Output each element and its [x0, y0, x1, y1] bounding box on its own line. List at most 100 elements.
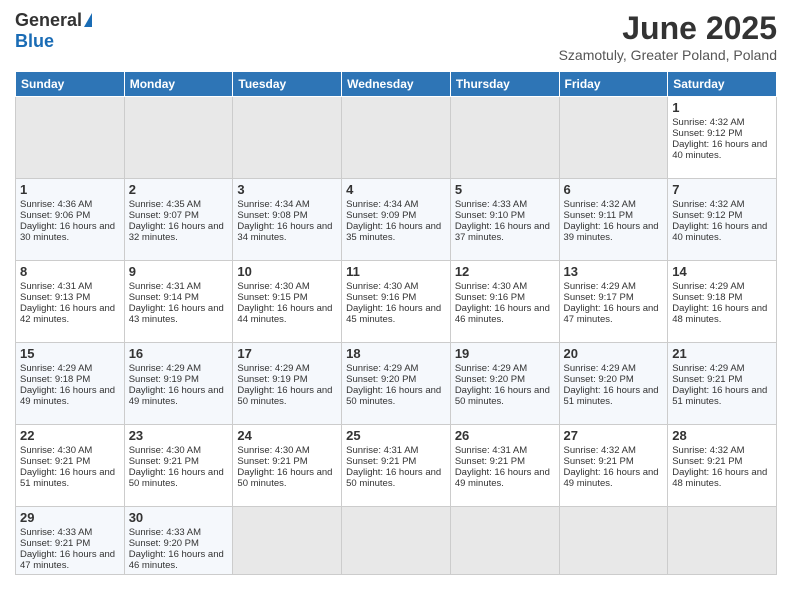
sunrise-text: Sunrise: 4:32 AM [564, 445, 636, 456]
daylight-text: Daylight: 16 hours and 51 minutes. [564, 385, 659, 407]
table-row: 23Sunrise: 4:30 AMSunset: 9:21 PMDayligh… [124, 425, 233, 507]
day-number: 2 [129, 182, 229, 197]
table-row: 4Sunrise: 4:34 AMSunset: 9:09 PMDaylight… [342, 179, 451, 261]
table-row: 14Sunrise: 4:29 AMSunset: 9:18 PMDayligh… [668, 261, 777, 343]
sunset-text: Sunset: 9:09 PM [346, 210, 416, 221]
daylight-text: Daylight: 16 hours and 46 minutes. [455, 303, 550, 325]
sunrise-text: Sunrise: 4:32 AM [672, 199, 744, 210]
daylight-text: Daylight: 16 hours and 43 minutes. [129, 303, 224, 325]
daylight-text: Daylight: 16 hours and 50 minutes. [346, 385, 441, 407]
day-number: 10 [237, 264, 337, 279]
day-number: 26 [455, 428, 555, 443]
sunset-text: Sunset: 9:16 PM [455, 292, 525, 303]
sunrise-text: Sunrise: 4:33 AM [20, 527, 92, 538]
day-number: 28 [672, 428, 772, 443]
daylight-text: Daylight: 16 hours and 37 minutes. [455, 221, 550, 243]
daylight-text: Daylight: 16 hours and 49 minutes. [129, 385, 224, 407]
day-number: 27 [564, 428, 664, 443]
calendar: Sunday Monday Tuesday Wednesday Thursday… [15, 71, 777, 575]
sunrise-text: Sunrise: 4:33 AM [455, 199, 527, 210]
daylight-text: Daylight: 16 hours and 40 minutes. [672, 221, 767, 243]
table-row: 1Sunrise: 4:36 AMSunset: 9:06 PMDaylight… [16, 179, 125, 261]
table-row: 12Sunrise: 4:30 AMSunset: 9:16 PMDayligh… [450, 261, 559, 343]
daylight-text: Daylight: 16 hours and 47 minutes. [564, 303, 659, 325]
sunset-text: Sunset: 9:06 PM [20, 210, 90, 221]
sunset-text: Sunset: 9:16 PM [346, 292, 416, 303]
table-row [233, 507, 342, 575]
header-row: Sunday Monday Tuesday Wednesday Thursday… [16, 72, 777, 97]
sunrise-text: Sunrise: 4:29 AM [455, 363, 527, 374]
table-row: 7 Sunrise: 4:32 AMSunset: 9:12 PMDaylight… [668, 179, 777, 261]
day-number: 12 [455, 264, 555, 279]
day-number: 29 [20, 510, 120, 525]
sunrise-text: Sunrise: 4:33 AM [129, 527, 201, 538]
daylight-text: Daylight: 16 hours and 49 minutes. [564, 467, 659, 489]
sunset-text: Sunset: 9:14 PM [129, 292, 199, 303]
table-row: 13Sunrise: 4:29 AMSunset: 9:17 PMDayligh… [559, 261, 668, 343]
sunset-text: Sunset: 9:20 PM [346, 374, 416, 385]
sunrise-text: Sunrise: 4:30 AM [237, 281, 309, 292]
logo-blue: Blue [15, 31, 54, 52]
table-row: 20Sunrise: 4:29 AMSunset: 9:20 PMDayligh… [559, 343, 668, 425]
sunset-text: Sunset: 9:21 PM [20, 538, 90, 549]
daylight-text: Daylight: 16 hours and 50 minutes. [455, 385, 550, 407]
table-row: 2Sunrise: 4:35 AMSunset: 9:07 PMDaylight… [124, 179, 233, 261]
sunset-text: Sunset: 9:07 PM [129, 210, 199, 221]
sunset-text: Sunset: 9:12 PM [672, 210, 742, 221]
day-number: 20 [564, 346, 664, 361]
sunset-text: Sunset: 9:21 PM [564, 456, 634, 467]
sunset-text: Sunset: 9:15 PM [237, 292, 307, 303]
day-number: 13 [564, 264, 664, 279]
daylight-text: Daylight: 16 hours and 40 minutes. [672, 139, 767, 161]
table-row: 8Sunrise: 4:31 AMSunset: 9:13 PMDaylight… [16, 261, 125, 343]
col-tuesday: Tuesday [233, 72, 342, 97]
sunrise-text: Sunrise: 4:29 AM [237, 363, 309, 374]
daylight-text: Daylight: 16 hours and 47 minutes. [20, 549, 115, 571]
sunrise-text: Sunrise: 4:32 AM [672, 445, 744, 456]
sunrise-text: Sunrise: 4:30 AM [346, 281, 418, 292]
day-number: 17 [237, 346, 337, 361]
table-row: 26Sunrise: 4:31 AMSunset: 9:21 PMDayligh… [450, 425, 559, 507]
table-row [16, 97, 125, 179]
logo: General Blue [15, 10, 92, 52]
table-row: 1Sunrise: 4:32 AMSunset: 9:12 PMDaylight… [668, 97, 777, 179]
day-number: 4 [346, 182, 446, 197]
day-number: 8 [20, 264, 120, 279]
col-sunday: Sunday [16, 72, 125, 97]
day-number: 18 [346, 346, 446, 361]
daylight-text: Daylight: 16 hours and 42 minutes. [20, 303, 115, 325]
daylight-text: Daylight: 16 hours and 35 minutes. [346, 221, 441, 243]
sunrise-text: Sunrise: 4:29 AM [20, 363, 92, 374]
table-row: 5Sunrise: 4:33 AMSunset: 9:10 PMDaylight… [450, 179, 559, 261]
table-row: 25Sunrise: 4:31 AMSunset: 9:21 PMDayligh… [342, 425, 451, 507]
day-number: 7 [672, 182, 772, 197]
sunrise-text: Sunrise: 4:34 AM [237, 199, 309, 210]
table-row: 10Sunrise: 4:30 AMSunset: 9:15 PMDayligh… [233, 261, 342, 343]
sunrise-text: Sunrise: 4:30 AM [20, 445, 92, 456]
day-number: 14 [672, 264, 772, 279]
day-number: 11 [346, 264, 446, 279]
sunset-text: Sunset: 9:18 PM [20, 374, 90, 385]
sunset-text: Sunset: 9:21 PM [672, 456, 742, 467]
table-row: 22Sunrise: 4:30 AMSunset: 9:21 PMDayligh… [16, 425, 125, 507]
col-friday: Friday [559, 72, 668, 97]
sunset-text: Sunset: 9:12 PM [672, 128, 742, 139]
sunset-text: Sunset: 9:11 PM [564, 210, 634, 221]
daylight-text: Daylight: 16 hours and 45 minutes. [346, 303, 441, 325]
table-row: 6Sunrise: 4:32 AMSunset: 9:11 PMDaylight… [559, 179, 668, 261]
sunset-text: Sunset: 9:20 PM [455, 374, 525, 385]
day-number: 3 [237, 182, 337, 197]
sunset-text: Sunset: 9:21 PM [455, 456, 525, 467]
page: General Blue June 2025 Szamotuly, Greate… [0, 0, 792, 612]
daylight-text: Daylight: 16 hours and 50 minutes. [237, 385, 332, 407]
daylight-text: Daylight: 16 hours and 49 minutes. [455, 467, 550, 489]
day-number: 21 [672, 346, 772, 361]
day-number: 23 [129, 428, 229, 443]
sunrise-text: Sunrise: 4:32 AM [672, 117, 744, 128]
daylight-text: Daylight: 16 hours and 51 minutes. [20, 467, 115, 489]
sunset-text: Sunset: 9:19 PM [129, 374, 199, 385]
sunrise-text: Sunrise: 4:30 AM [129, 445, 201, 456]
day-number: 15 [20, 346, 120, 361]
daylight-text: Daylight: 16 hours and 48 minutes. [672, 303, 767, 325]
table-row: 24Sunrise: 4:30 AMSunset: 9:21 PMDayligh… [233, 425, 342, 507]
